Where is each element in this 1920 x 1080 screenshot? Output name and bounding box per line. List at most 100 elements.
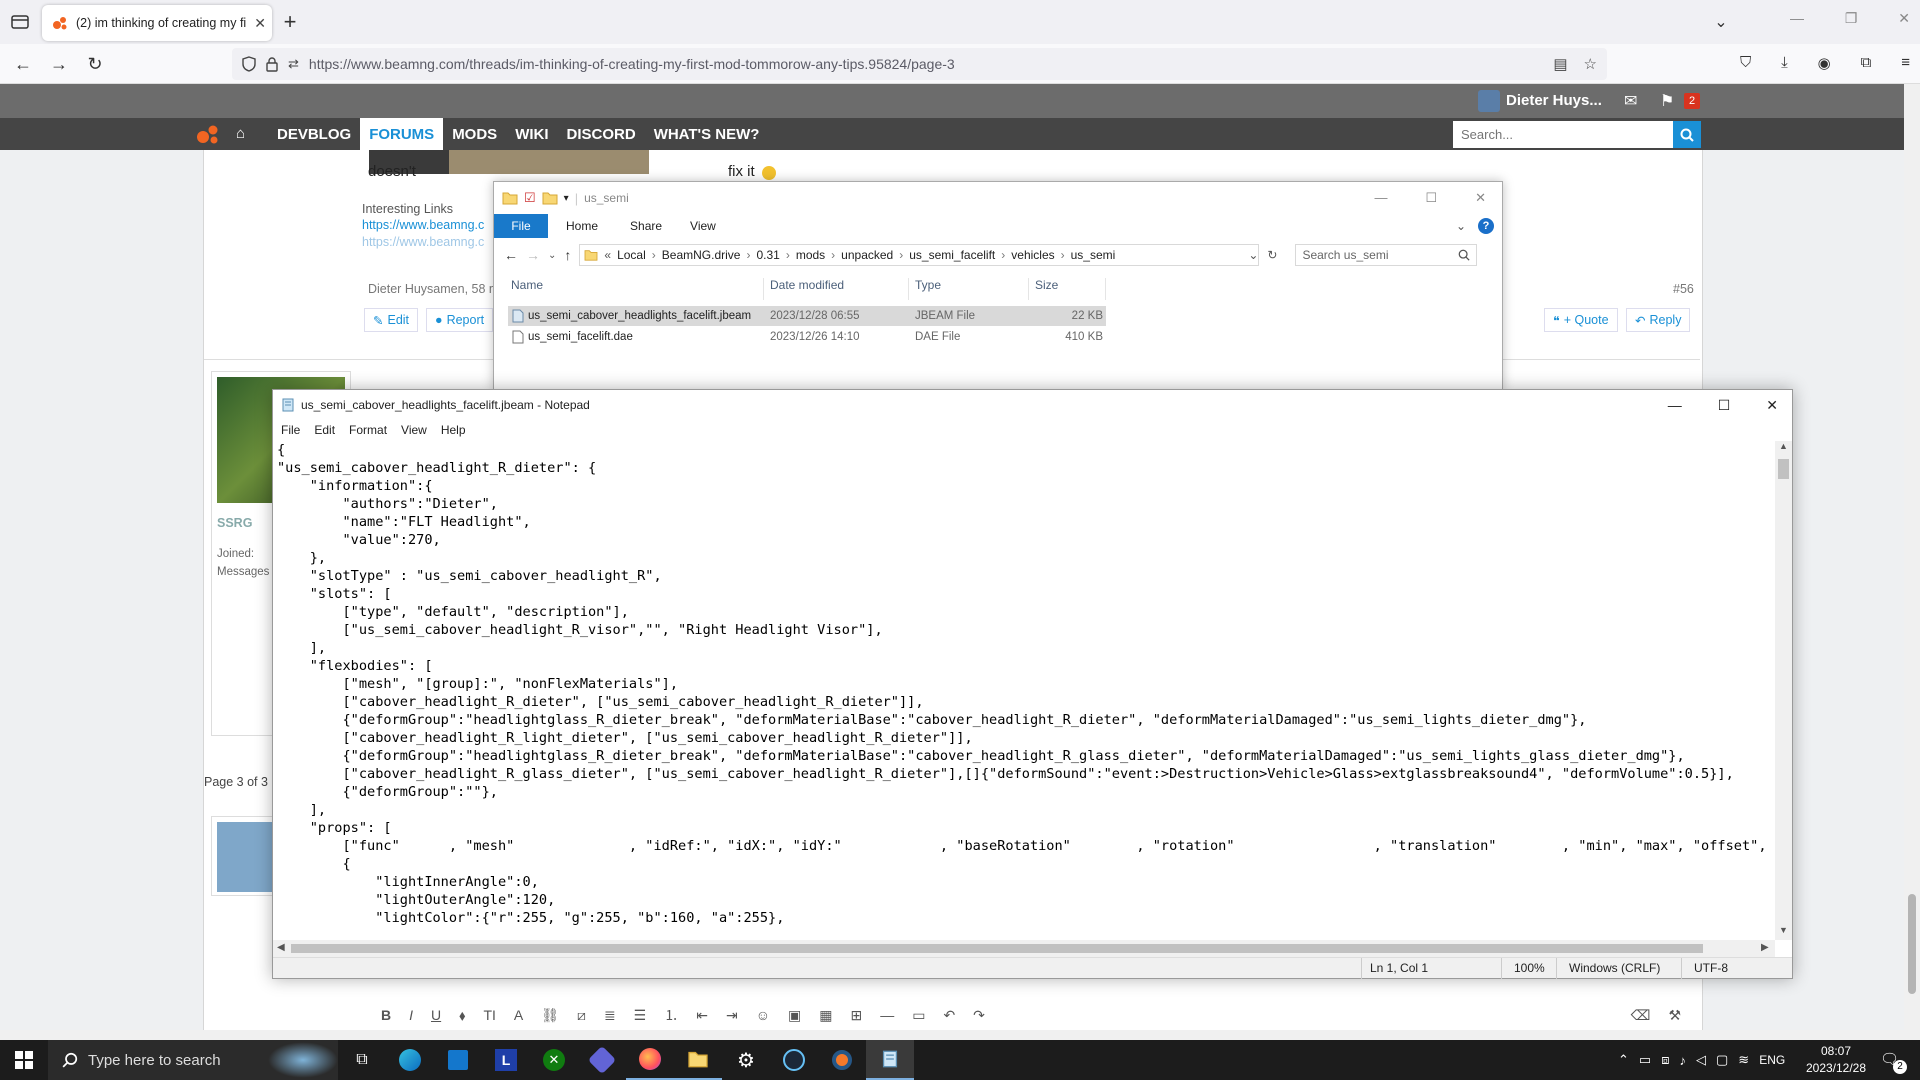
post-edit-button[interactable]: ✎ Edit — [364, 308, 419, 332]
toggle-bbcode-icon[interactable]: ⚒ — [1668, 1007, 1681, 1024]
nav-wiki[interactable]: WIKI — [506, 118, 557, 150]
restore-icon[interactable]: ❐ — [1845, 10, 1858, 34]
tray-network-icon[interactable]: ⧈ — [1661, 1052, 1669, 1068]
site-search-input[interactable] — [1453, 121, 1673, 148]
scroll-down-icon[interactable]: ▼ — [1775, 925, 1792, 935]
post-number[interactable]: #56 — [1673, 282, 1694, 296]
crumb-beamng-drive[interactable]: BeamNG.drive — [662, 248, 741, 262]
downloads-icon[interactable]: ⤓ — [1781, 54, 1788, 72]
tray-battery-icon[interactable]: ▭ — [1639, 1052, 1651, 1068]
nav-devblog[interactable]: DEVBLOG — [268, 118, 360, 150]
explorer-address-bar[interactable]: « Local › BeamNG.drive › 0.31 › mods › unpac… — [579, 244, 1260, 266]
redo-icon[interactable]: ↷ — [973, 1007, 985, 1024]
page-scrollbar-thumb[interactable] — [1908, 894, 1916, 994]
settings-gear-icon[interactable]: ⚙ — [722, 1040, 770, 1080]
tray-speaker-icon[interactable]: ◁ — [1696, 1052, 1706, 1068]
horizontal-rule-icon[interactable]: — — [880, 1007, 894, 1023]
close-window-icon[interactable]: ✕ — [1898, 10, 1910, 34]
address-dropdown-icon[interactable]: ⌄ — [1248, 248, 1258, 262]
remove-formatting-icon[interactable]: ⌫ — [1631, 1007, 1651, 1024]
xbox-icon[interactable]: ✕ — [530, 1040, 578, 1080]
insert-icon[interactable]: ⊞ — [850, 1007, 862, 1024]
col-size[interactable]: Size — [1029, 278, 1106, 300]
menu-icon[interactable]: ≡ — [1901, 54, 1910, 72]
taskbar-search-box[interactable]: Type here to search — [48, 1040, 338, 1080]
home-icon[interactable]: ⌂ — [236, 125, 245, 142]
scroll-right-icon[interactable]: ▶ — [1761, 942, 1769, 953]
notepad-close-icon[interactable]: ✕ — [1766, 397, 1778, 414]
help-icon[interactable]: ? — [1478, 218, 1494, 234]
crumb-mods[interactable]: mods — [796, 248, 825, 262]
account-icon[interactable]: ◉ — [1818, 54, 1831, 72]
notepad-vscroll[interactable]: ▲ ▼ — [1775, 441, 1792, 940]
properties-icon[interactable]: ☑ — [524, 190, 536, 206]
alerts-flag-icon[interactable]: ⚑ — [1660, 91, 1674, 111]
tab-close-icon[interactable]: ✕ — [254, 15, 266, 32]
pocket-icon[interactable]: ⛉ — [1740, 54, 1751, 72]
font-icon[interactable]: A — [514, 1007, 523, 1023]
crumb-vehicles[interactable]: vehicles — [1011, 248, 1054, 262]
image-icon[interactable]: ▣ — [788, 1007, 801, 1024]
crumb-us-semi[interactable]: us_semi — [1071, 248, 1116, 262]
forward-icon[interactable]: → — [45, 50, 73, 78]
file-explorer-icon[interactable] — [674, 1040, 722, 1080]
avatar[interactable] — [1478, 90, 1500, 112]
explorer-back-icon[interactable]: ← — [504, 247, 518, 263]
italic-icon[interactable]: I — [409, 1007, 413, 1023]
menu-view[interactable]: View — [401, 423, 427, 437]
tray-expand-icon[interactable]: ⌃ — [1618, 1052, 1629, 1068]
post-report-button[interactable]: ● Report — [426, 308, 494, 332]
taskbar-clock[interactable]: 08:07 2023/12/28 — [1800, 1043, 1872, 1077]
extensions-icon[interactable]: ⧉ — [1861, 54, 1872, 72]
address-bar[interactable]: ⇄ https://www.beamng.com/threads/im-thin… — [232, 48, 1607, 80]
explorer-maximize-icon[interactable]: ☐ — [1425, 190, 1437, 206]
tray-wifi-icon[interactable]: ≋ — [1738, 1052, 1749, 1068]
text-color-icon[interactable]: ⬧ — [459, 1007, 465, 1024]
file-row[interactable]: us_semi_facelift.dae 2023/12/26 14:10 DA… — [508, 327, 1106, 347]
tray-volume-icon[interactable]: ♪ — [1679, 1053, 1686, 1068]
col-date-modified[interactable]: Date modified — [764, 278, 909, 300]
notepad-hscroll-thumb[interactable] — [291, 944, 1703, 953]
refresh-icon[interactable]: ↻ — [1267, 248, 1277, 262]
post-author-meta[interactable]: Dieter Huysamen, 58 m — [368, 282, 499, 296]
up-folder-icon[interactable]: ↑ — [564, 247, 571, 263]
l-app-icon[interactable]: L — [482, 1040, 530, 1080]
underline-icon[interactable]: U — [431, 1007, 441, 1023]
notepad-hscroll[interactable]: ◀ ▶ — [273, 940, 1775, 957]
menu-file[interactable]: File — [281, 423, 300, 437]
explorer-search-box[interactable]: Search us_semi — [1295, 244, 1478, 266]
new-folder-icon[interactable] — [542, 191, 558, 205]
qat-dropdown-icon[interactable]: ▾ — [564, 193, 569, 204]
minimize-icon[interactable]: — — [1790, 10, 1804, 34]
unlink-icon[interactable]: ⧄ — [577, 1007, 586, 1024]
windows-start-icon[interactable] — [0, 1040, 48, 1080]
tray-language[interactable]: ENG — [1759, 1053, 1785, 1067]
save-draft-icon[interactable]: ▭ — [912, 1007, 925, 1024]
notepad-vscroll-thumb[interactable] — [1778, 459, 1789, 479]
menu-help[interactable]: Help — [441, 423, 466, 437]
app-hex-icon[interactable] — [578, 1040, 626, 1080]
tray-display-icon[interactable]: ▢ — [1716, 1052, 1728, 1068]
notepad-taskbar-icon[interactable] — [866, 1040, 914, 1080]
user-name[interactable]: Dieter Huys... — [1506, 92, 1602, 109]
explorer-close-icon[interactable]: ✕ — [1475, 190, 1486, 206]
inbox-icon[interactable]: ✉ — [1624, 91, 1637, 111]
store-icon[interactable] — [434, 1040, 482, 1080]
crumb-us-semi-facelift[interactable]: us_semi_facelift — [909, 248, 995, 262]
font-size-icon[interactable]: TI — [483, 1007, 495, 1023]
col-type[interactable]: Type — [909, 278, 1029, 300]
crumb-unpacked[interactable]: unpacked — [841, 248, 893, 262]
blender-icon[interactable] — [818, 1040, 866, 1080]
ribbon-tab-file[interactable]: File — [494, 214, 548, 238]
nav-forums[interactable]: FORUMS — [360, 118, 444, 150]
explorer-minimize-icon[interactable]: — — [1374, 190, 1387, 206]
bold-icon[interactable]: B — [381, 1007, 391, 1023]
scroll-up-icon[interactable]: ▲ — [1775, 441, 1792, 451]
align-icon[interactable]: ≣ — [604, 1007, 616, 1024]
recent-locations-icon[interactable]: ⌄ — [548, 250, 556, 261]
file-row[interactable]: us_semi_cabover_headlights_facelift.jbea… — [508, 306, 1106, 326]
crumb-local[interactable]: Local — [617, 248, 646, 262]
profile-name[interactable]: SSRG — [217, 516, 252, 530]
task-view-icon[interactable]: ⧉ — [338, 1040, 386, 1080]
steam-icon[interactable] — [770, 1040, 818, 1080]
